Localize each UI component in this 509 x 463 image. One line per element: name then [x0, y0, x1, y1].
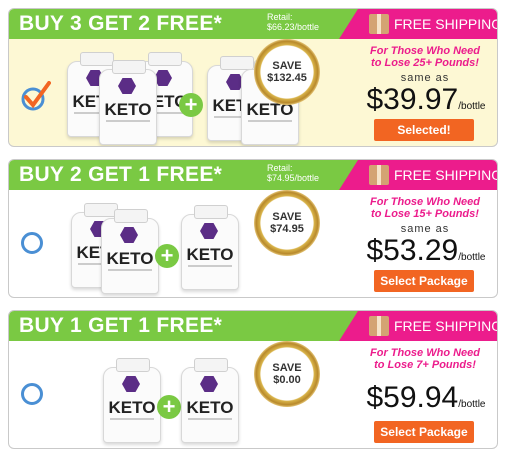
- savings-seal: SAVE $132.45: [254, 39, 320, 105]
- price-unit: /bottle: [458, 252, 486, 263]
- package-card-buy2get1[interactable]: BUY 2 GET 1 FREE* Retail: $74.95/bottle …: [8, 159, 498, 298]
- savings-seal: SAVE $74.95: [254, 190, 320, 256]
- free-shipping-label: FREE SHIPPING: [394, 318, 498, 334]
- product-bottle: KETO: [101, 209, 159, 294]
- save-label: SAVE: [272, 362, 302, 374]
- save-amount: $132.45: [267, 72, 307, 84]
- box-icon: [369, 14, 389, 34]
- package-title: BUY 2 GET 1 FREE*: [19, 163, 223, 186]
- product-bottle: KETO: [99, 60, 157, 145]
- weight-loss-pitch: For Those Who Need to Lose 15+ Pounds!: [355, 196, 495, 220]
- select-package-button[interactable]: Select Package: [374, 421, 474, 443]
- price-unit: /bottle: [458, 399, 486, 410]
- package-card-buy3get2[interactable]: BUY 3 GET 2 FREE* Retail: $66.23/bottle …: [8, 8, 498, 147]
- product-bottle: KETO: [181, 358, 239, 443]
- retail-price: Retail: $74.95/bottle: [267, 163, 319, 183]
- bottle-price: $59.94/bottle: [353, 381, 497, 415]
- retail-value: $66.23/bottle: [267, 22, 320, 32]
- pitch-line: For Those Who Need: [370, 196, 480, 208]
- bottle-price: $53.29/bottle: [353, 234, 497, 268]
- price-value: $53.29: [366, 234, 459, 267]
- price-value: $59.94: [366, 381, 459, 414]
- save-amount: $0.00: [273, 374, 301, 386]
- weight-loss-pitch: For Those Who Need to Lose 7+ Pounds!: [355, 347, 495, 371]
- save-label: SAVE: [272, 60, 302, 72]
- package-radio[interactable]: [21, 383, 43, 405]
- plus-icon: +: [155, 244, 179, 268]
- package-title: BUY 1 GET 1 FREE*: [19, 314, 223, 337]
- pitch-line: to Lose 15+ Pounds!: [371, 208, 479, 220]
- free-shipping-label: FREE SHIPPING: [394, 167, 498, 183]
- plus-icon: +: [179, 93, 203, 117]
- pitch-line: For Those Who Need: [370, 347, 480, 359]
- product-bottle: KETO: [103, 358, 161, 443]
- package-card-buy1get1[interactable]: BUY 1 GET 1 FREE* FREE SHIPPING KETO + K…: [8, 310, 498, 449]
- bottle-price: $39.97/bottle: [353, 83, 497, 117]
- pitch-line: For Those Who Need: [370, 45, 480, 57]
- package-radio[interactable]: [21, 232, 43, 254]
- package-title: BUY 3 GET 2 FREE*: [19, 12, 223, 35]
- box-icon: [369, 165, 389, 185]
- save-amount: $74.95: [270, 223, 304, 235]
- free-shipping-label: FREE SHIPPING: [394, 16, 498, 32]
- weight-loss-pitch: For Those Who Need to Lose 25+ Pounds!: [355, 45, 495, 69]
- pitch-line: to Lose 25+ Pounds!: [371, 57, 479, 69]
- select-package-button[interactable]: Select Package: [374, 270, 474, 292]
- retail-label: Retail:: [267, 12, 293, 22]
- box-icon: [369, 316, 389, 336]
- retail-value: $74.95/bottle: [267, 173, 320, 183]
- product-bottle: KETO: [181, 205, 239, 290]
- checkmark-icon[interactable]: [21, 81, 51, 111]
- price-unit: /bottle: [458, 101, 486, 112]
- select-package-button[interactable]: Selected!: [374, 119, 474, 141]
- savings-seal: SAVE $0.00: [254, 341, 320, 407]
- retail-label: Retail:: [267, 163, 293, 173]
- price-value: $39.97: [366, 83, 459, 116]
- retail-price: Retail: $66.23/bottle: [267, 12, 319, 32]
- save-label: SAVE: [272, 211, 302, 223]
- plus-icon: +: [157, 395, 181, 419]
- pitch-line: to Lose 7+ Pounds!: [374, 359, 476, 371]
